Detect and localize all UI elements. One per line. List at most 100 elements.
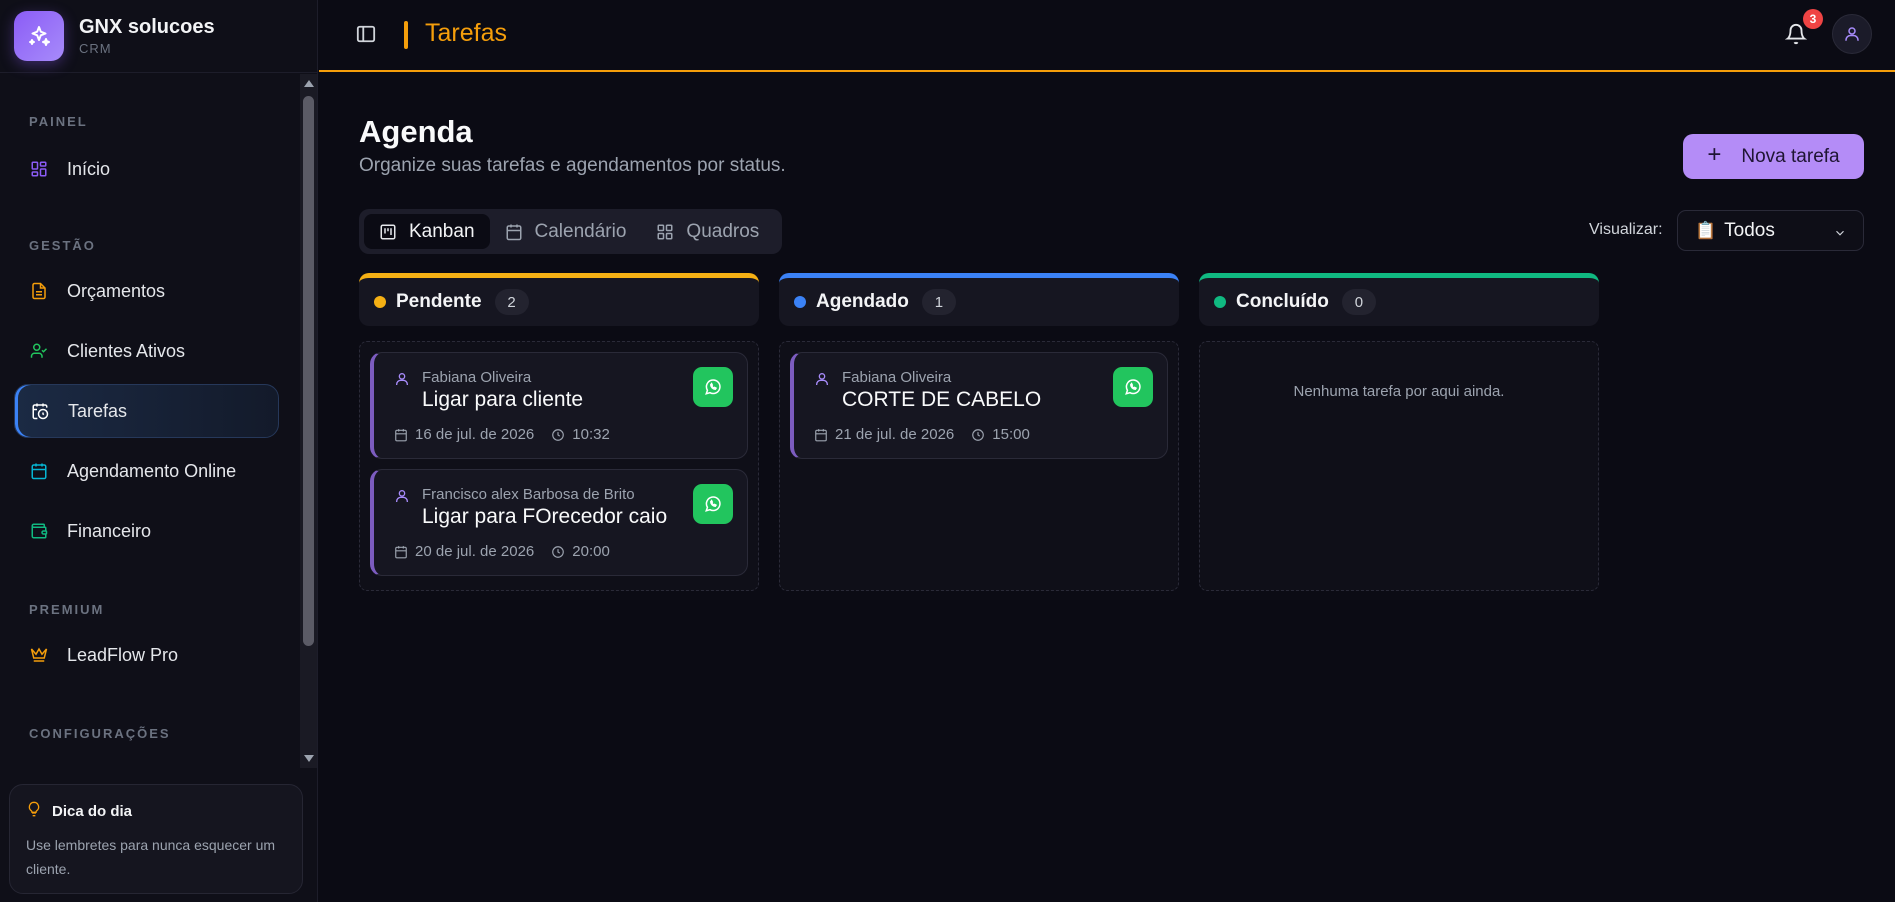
user-icon [394,488,410,509]
calendar-icon [29,461,49,481]
scrollbar-thumb[interactable] [303,96,314,646]
status-dot [794,296,806,308]
sidebar-nav: PAINEL Início GESTÃO Orçamentos Clientes… [0,74,300,768]
calendar-clock-icon [30,401,50,421]
tab-kanban[interactable]: Kanban [364,214,490,249]
status-dot [1214,296,1226,308]
section-gestao: GESTÃO [29,238,96,253]
sidebar-item-label: LeadFlow Pro [67,644,179,665]
view-filter-label: Visualizar: [1589,221,1663,238]
tab-calendario[interactable]: Calendário [490,214,642,249]
task-client: Fabiana Oliveira [422,369,532,386]
main-subtitle: Organize suas tarefas e agendamentos por… [359,155,786,176]
kanban-icon [379,223,397,241]
user-icon [394,371,410,392]
column-title: Pendente [396,291,482,312]
tab-label: Calendário [534,220,627,242]
task-time: 20:00 [572,543,610,560]
wallet-icon [29,521,49,541]
column-count-badge: 1 [921,289,956,315]
file-text-icon [29,281,49,301]
empty-state-message: Nenhuma tarefa por aqui ainda. [1293,383,1505,400]
clipboard-icon: 📋 [1695,220,1717,240]
brand[interactable]: GNX solucoes CRM [0,0,317,73]
task-card[interactable]: Fabiana Oliveira CORTE DE CABELO 21 de j… [790,352,1168,459]
task-title: Ligar para FOrecedor caio [422,505,668,528]
chevron-down-icon [1833,224,1847,246]
calendar-icon [394,428,408,442]
section-configuracoes: CONFIGURAÇÕES [29,726,171,741]
user-icon [814,371,830,392]
tip-title: Dica do dia [52,802,133,820]
new-task-label: Nova tarefa [1741,145,1840,167]
task-meta: 21 de jul. de 2026 15:00 [814,426,1030,443]
whatsapp-button[interactable] [693,367,733,407]
view-tabs: Kanban Calendário Quadros [359,209,782,254]
sidebar-item-inicio[interactable]: Início [14,142,279,196]
lightbulb-icon [26,801,42,821]
sidebar-item-tarefas[interactable]: Tarefas [14,384,279,438]
calendar-icon [814,428,828,442]
sidebar-item-clientes[interactable]: Clientes Ativos [14,324,279,378]
new-task-button[interactable]: + Nova tarefa [1683,134,1864,179]
task-meta: 16 de jul. de 2026 10:32 [394,426,610,443]
user-check-icon [29,341,49,361]
column-count-badge: 2 [494,289,529,315]
crown-icon [29,645,49,665]
column-header-agendado: Agendado 1 [779,273,1179,326]
task-card[interactable]: Francisco alex Barbosa de Brito Ligar pa… [370,469,748,576]
sidebar-item-label: Agendamento Online [67,460,237,481]
tip-card: Dica do dia Use lembretes para nunca esq… [9,784,303,894]
whatsapp-button[interactable] [693,484,733,524]
grid-icon [656,223,674,241]
view-filter-value: Todos [1724,219,1775,241]
sidebar-item-label: Tarefas [68,400,128,421]
task-date: 20 de jul. de 2026 [415,543,535,560]
section-painel: PAINEL [29,114,88,129]
avatar[interactable] [1832,14,1872,54]
clock-icon [971,428,985,442]
task-card[interactable]: Fabiana Oliveira Ligar para cliente 16 d… [370,352,748,459]
column-title: Concluído [1236,291,1329,312]
sidebar-item-agendamento[interactable]: Agendamento Online [14,444,279,498]
title-accent-bar [404,21,408,49]
sparkles-icon [14,11,64,61]
column-header-concluido: Concluído 0 [1199,273,1599,326]
column-count-badge: 0 [1341,289,1376,315]
sidebar-item-label: Clientes Ativos [67,340,186,361]
sidebar: GNX solucoes CRM PAINEL Início GESTÃO Or… [0,0,318,902]
tab-quadros[interactable]: Quadros [641,214,774,249]
status-dot [374,296,386,308]
task-time: 10:32 [572,426,610,443]
page-title: Tarefas [425,19,507,47]
column-title: Agendado [816,291,909,312]
task-client: Francisco alex Barbosa de Brito [422,486,635,503]
tab-label: Kanban [409,220,475,242]
dashboard-icon [29,159,49,179]
sidebar-item-label: Financeiro [67,520,152,541]
column-body-agendado: Fabiana Oliveira CORTE DE CABELO 21 de j… [779,341,1179,591]
column-header-pendente: Pendente 2 [359,273,759,326]
top-header: Tarefas 3 [319,0,1895,72]
task-title: CORTE DE CABELO [842,388,1042,411]
sidebar-scrollbar[interactable] [300,74,317,768]
column-body-pendente: Fabiana Oliveira Ligar para cliente 16 d… [359,341,759,591]
clock-icon [551,545,565,559]
sidebar-toggle-icon[interactable] [355,24,377,44]
task-meta: 20 de jul. de 2026 20:00 [394,543,610,560]
column-body-concluido: Nenhuma tarefa por aqui ainda. [1199,341,1599,591]
whatsapp-button[interactable] [1113,367,1153,407]
calendar-icon [505,223,523,241]
clock-icon [551,428,565,442]
scroll-down-arrow-icon[interactable] [304,755,314,762]
task-client: Fabiana Oliveira [842,369,952,386]
brand-subtitle: CRM [79,41,112,56]
scroll-up-arrow-icon[interactable] [304,80,314,87]
task-date: 16 de jul. de 2026 [415,426,535,443]
sidebar-item-leadflow[interactable]: LeadFlow Pro [14,628,279,682]
view-filter-select[interactable]: 📋 Todos [1677,210,1864,251]
sidebar-item-orcamentos[interactable]: Orçamentos [14,264,279,318]
task-title: Ligar para cliente [422,388,584,411]
tip-text: Use lembretes para nunca esquecer um cli… [26,837,276,877]
sidebar-item-financeiro[interactable]: Financeiro [14,504,279,558]
